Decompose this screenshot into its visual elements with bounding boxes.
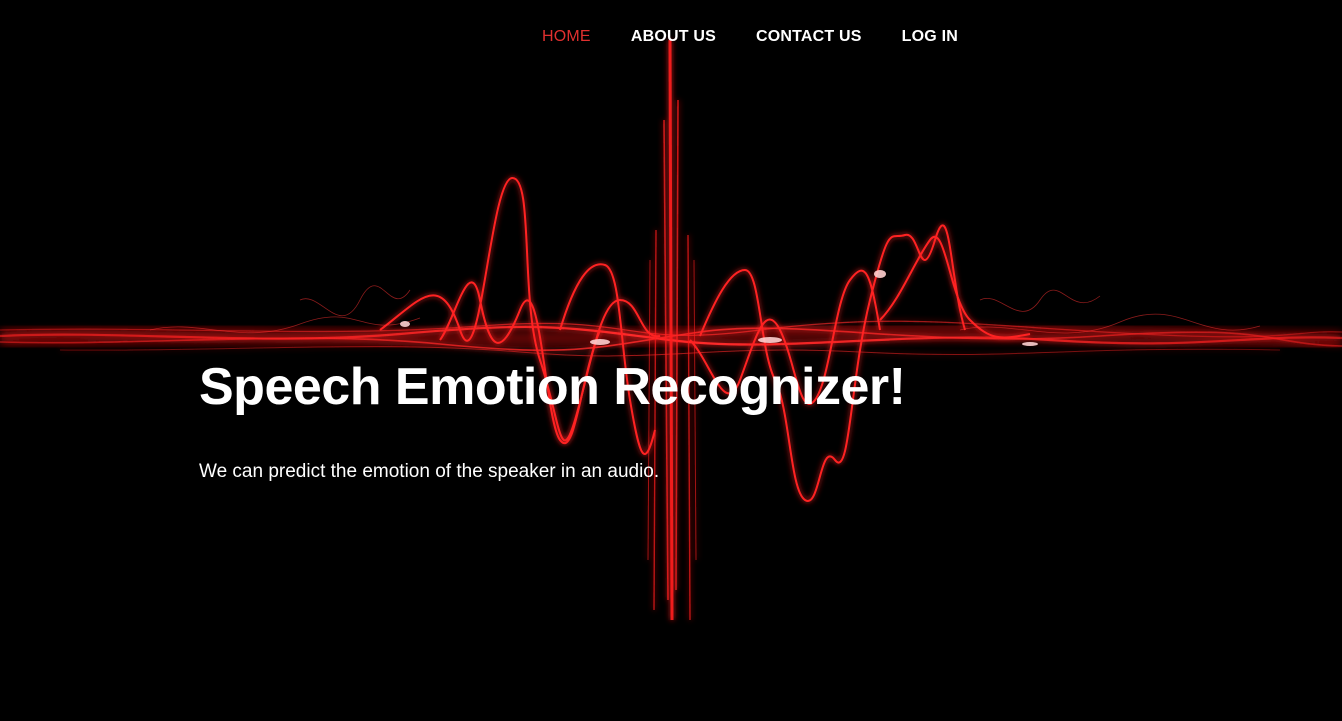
hero-subtitle: We can predict the emotion of the speake… (199, 461, 660, 482)
nav-about-us-link[interactable]: ABOUT US (631, 26, 716, 48)
nav-home-link[interactable]: HOME (542, 26, 591, 48)
nav-contact-us-link[interactable]: CONTACT US (756, 26, 862, 48)
landing-page: HOME ABOUT US CONTACT US LOG IN Speech E… (0, 0, 1342, 721)
main-nav: HOME ABOUT US CONTACT US LOG IN (542, 26, 958, 48)
hero-title: Speech Emotion Recognizer! (199, 358, 906, 416)
nav-log-in-link[interactable]: LOG IN (902, 26, 958, 48)
